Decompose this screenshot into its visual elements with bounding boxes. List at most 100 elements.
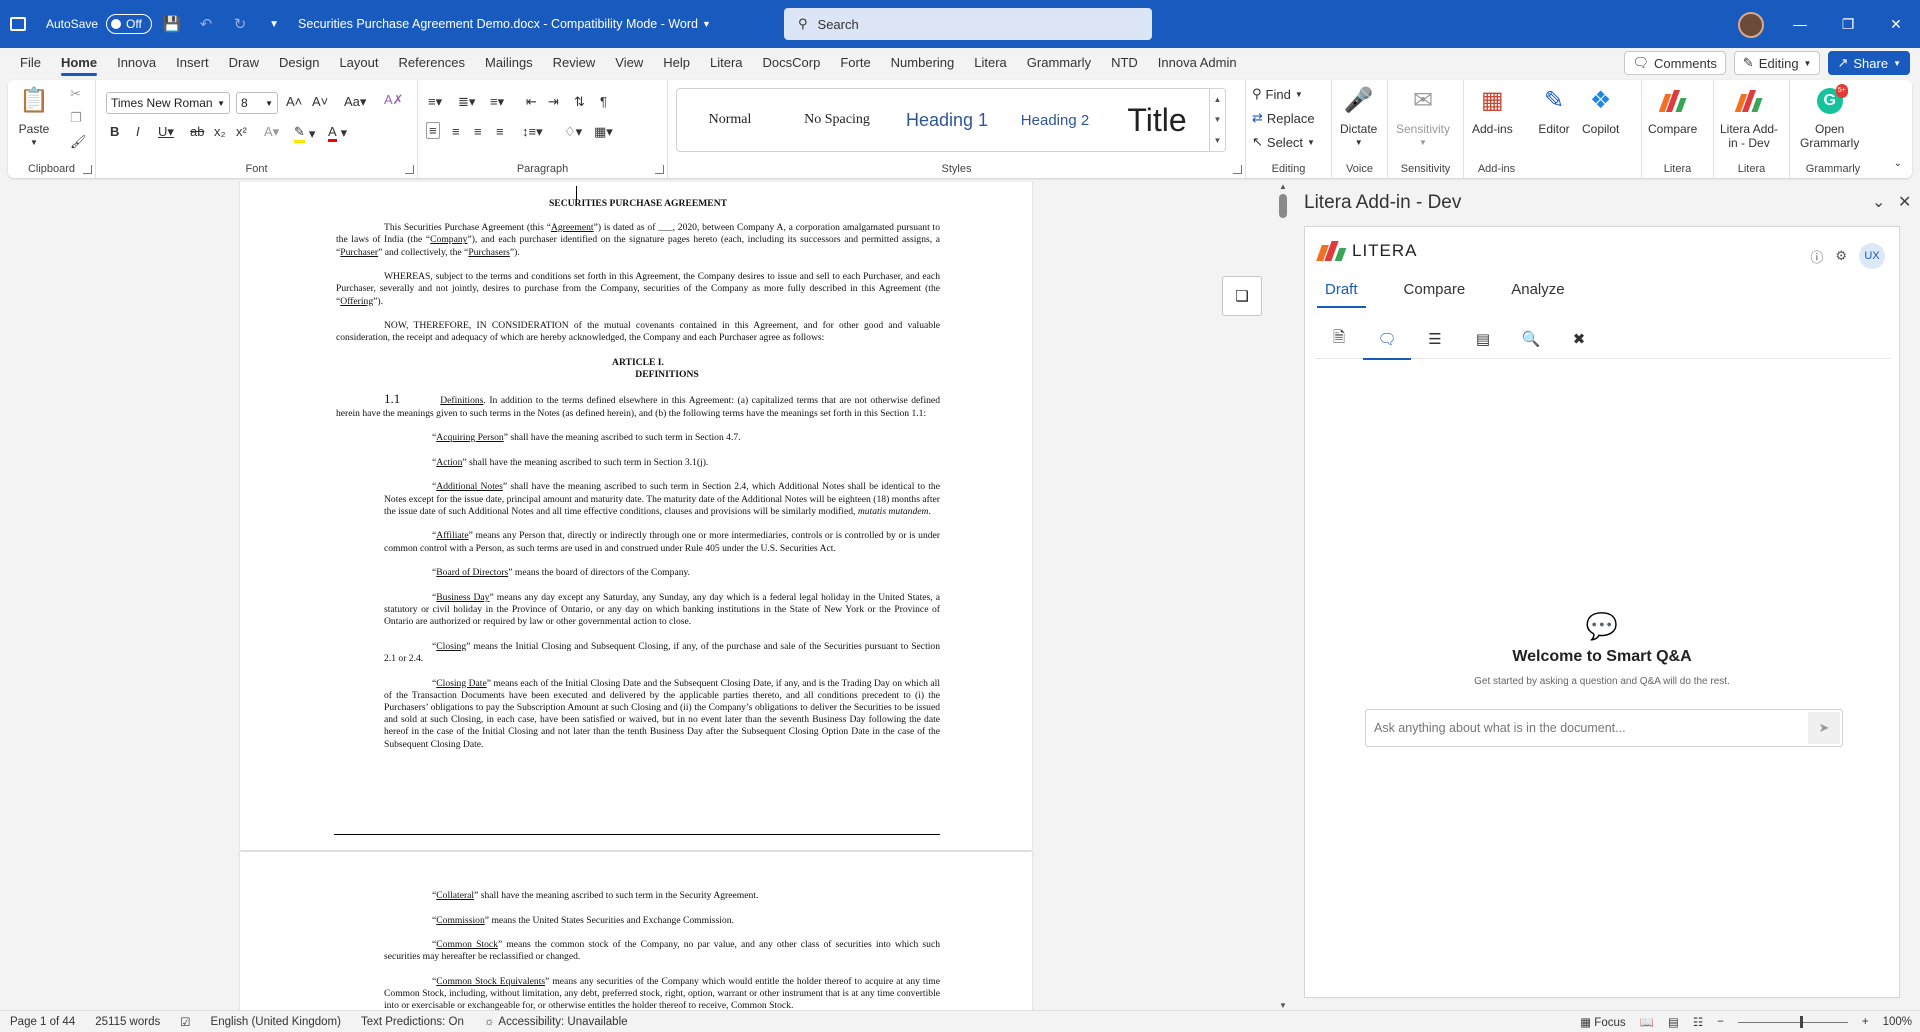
print-layout-icon[interactable]: ▤ [1668,1015,1679,1029]
document-tool-icon[interactable]: 🗎 [1315,319,1363,359]
minimize-icon[interactable]: — [1776,0,1824,48]
select-button[interactable]: ↖ Select ▼ [1252,134,1315,150]
ask-input[interactable]: Ask anything about what is in the docume… [1365,709,1843,747]
editor-button[interactable]: ✎ Editor [1538,84,1570,137]
tab-innova-admin[interactable]: Innova Admin [1148,48,1247,78]
user-avatar[interactable] [1738,12,1764,38]
tab-view[interactable]: View [605,48,653,78]
tab-litera-2[interactable]: Litera [964,48,1017,78]
tab-layout[interactable]: Layout [329,48,388,78]
undo-icon[interactable]: ↶ [192,10,220,38]
tab-compare[interactable]: Compare [1396,275,1474,308]
summary-icon[interactable]: ▤ [1459,319,1507,359]
style-title[interactable]: Title [1107,89,1207,151]
document-search-icon[interactable]: 🔍 [1507,319,1555,359]
align-right-icon[interactable]: ≡ [474,124,482,139]
tab-references[interactable]: References [389,48,475,78]
align-left-icon[interactable]: ≡ [426,122,440,139]
tab-file[interactable]: File [10,48,51,78]
web-layout-icon[interactable]: ☷ [1693,1015,1703,1029]
litera-addin-button[interactable]: Litera Add- in - Dev [1720,84,1778,150]
document-page-1[interactable]: SECURITIES PURCHASE AGREEMENT This Secur… [240,182,1032,850]
style-heading-1[interactable]: Heading 1 [891,89,1003,151]
show-formatting-icon[interactable]: ¶ [600,94,607,109]
user-badge[interactable]: UX [1859,243,1885,269]
document-body[interactable]: SECURITIES PURCHASE AGREEMENT This Secur… [336,198,940,763]
page-count[interactable]: Page 1 of 44 [0,1016,85,1028]
proofing-icon[interactable]: ☑ [170,1015,200,1029]
scroll-down-icon[interactable]: ▼ [1279,1001,1287,1010]
word-app-icon[interactable] [0,0,36,48]
help-icon[interactable]: ⓘ [1810,247,1823,266]
document-canvas[interactable]: SECURITIES PURCHASE AGREEMENT This Secur… [0,182,1276,1010]
restore-icon[interactable]: ❐ [1824,0,1872,48]
tab-forte[interactable]: Forte [830,48,880,78]
language[interactable]: English (United Kingdom) [201,1016,351,1028]
grow-font-icon[interactable]: A˄ [286,94,302,109]
style-no-spacing[interactable]: No Spacing [783,89,891,151]
autosave-toggle[interactable]: Off [106,14,153,34]
zoom-level[interactable]: 100% [1883,1016,1912,1028]
text-predictions[interactable]: Text Predictions: On [351,1016,474,1028]
document-title[interactable]: Securities Purchase Agreement Demo.docx … [298,17,711,31]
zoom-out-icon[interactable]: − [1717,1016,1724,1028]
tab-analyze[interactable]: Analyze [1503,275,1572,308]
bullets-icon[interactable]: ≡▾ [428,94,442,110]
copy-icon[interactable]: ❐ [70,110,82,126]
tab-home[interactable]: Home [51,48,107,78]
tab-ntd[interactable]: NTD [1101,48,1148,78]
style-heading-2[interactable]: Heading 2 [1003,89,1107,151]
sensitivity-button[interactable]: ✉ Sensitivity ▼ [1396,84,1450,150]
format-painter-icon[interactable]: 🖌 [70,134,87,150]
open-grammarly-button[interactable]: G 5+ Open Grammarly [1800,84,1859,150]
word-count[interactable]: 25115 words [85,1016,170,1028]
tab-insert[interactable]: Insert [166,48,219,78]
gear-icon[interactable]: ⚙ [1835,248,1847,264]
tab-design[interactable]: Design [269,48,329,78]
scrollbar-thumb[interactable] [1279,194,1287,218]
scroll-up-icon[interactable]: ▲ [1279,182,1287,191]
collapse-ribbon-icon[interactable]: ⌄ [1894,158,1902,169]
style-normal[interactable]: Normal [677,89,783,151]
subscript-icon[interactable]: x₂ [214,124,226,139]
change-case-icon[interactable]: Aa▾ [344,94,366,110]
search-box[interactable]: ⚲ Search [784,8,1152,40]
tab-grammarly[interactable]: Grammarly [1017,48,1101,78]
comments-button[interactable]: 🗨 Comments [1623,51,1726,75]
font-color-icon[interactable]: A ▾ [328,124,347,142]
find-button[interactable]: ⚲ Find ▼ [1252,86,1303,102]
tab-litera[interactable]: Litera [700,48,753,78]
smart-qa-icon[interactable]: 🗨 [1363,319,1411,360]
multilevel-list-icon[interactable]: ≡▾ [490,94,504,110]
customize-qat-icon[interactable]: ▼ [260,10,288,38]
zoom-slider[interactable] [1737,1015,1848,1028]
clipboard-launcher[interactable] [83,165,92,174]
send-icon[interactable]: ➤ [1808,712,1840,744]
dictate-button[interactable]: 🎤 Dictate ▼ [1340,84,1377,150]
replace-button[interactable]: ⇄ Replace [1252,110,1315,126]
pane-options-icon[interactable]: ⌄ [1872,192,1885,212]
copilot-button[interactable]: ❖ Copilot [1582,84,1619,137]
document-scrollbar[interactable]: ▲ ▼ [1276,182,1290,1010]
share-button[interactable]: ↗ Share ▼ [1828,51,1910,75]
tab-draw[interactable]: Draw [219,48,269,78]
underline-icon[interactable]: U▾ [158,124,174,140]
numbering-icon[interactable]: ≣▾ [458,94,475,110]
paste-button[interactable]: 📋 Paste ▼ [18,84,50,150]
redo-icon[interactable]: ↻ [226,10,254,38]
highlight-icon[interactable]: ✎ ▾ [294,124,315,143]
compare-button[interactable]: Compare [1648,84,1697,136]
font-size-select[interactable]: 8 ▼ [236,92,278,114]
focus-button[interactable]: ▦ Focus [1580,1015,1625,1029]
close-icon[interactable]: ✕ [1872,0,1920,48]
text-effects-icon[interactable]: A▾ [264,124,279,140]
shrink-font-icon[interactable]: A˅ [312,94,328,109]
line-spacing-icon[interactable]: ↕≡▾ [522,124,543,140]
tab-numbering[interactable]: Numbering [881,48,965,78]
zoom-slider-thumb[interactable] [1799,1015,1803,1028]
tab-draft[interactable]: Draft [1317,275,1366,308]
bookmark-icon[interactable]: ❏ [1222,276,1262,316]
tab-docscorp[interactable]: DocsCorp [753,48,831,78]
font-family-select[interactable]: Times New Roman ▼ [106,92,230,114]
save-icon[interactable]: 💾 [158,10,186,38]
